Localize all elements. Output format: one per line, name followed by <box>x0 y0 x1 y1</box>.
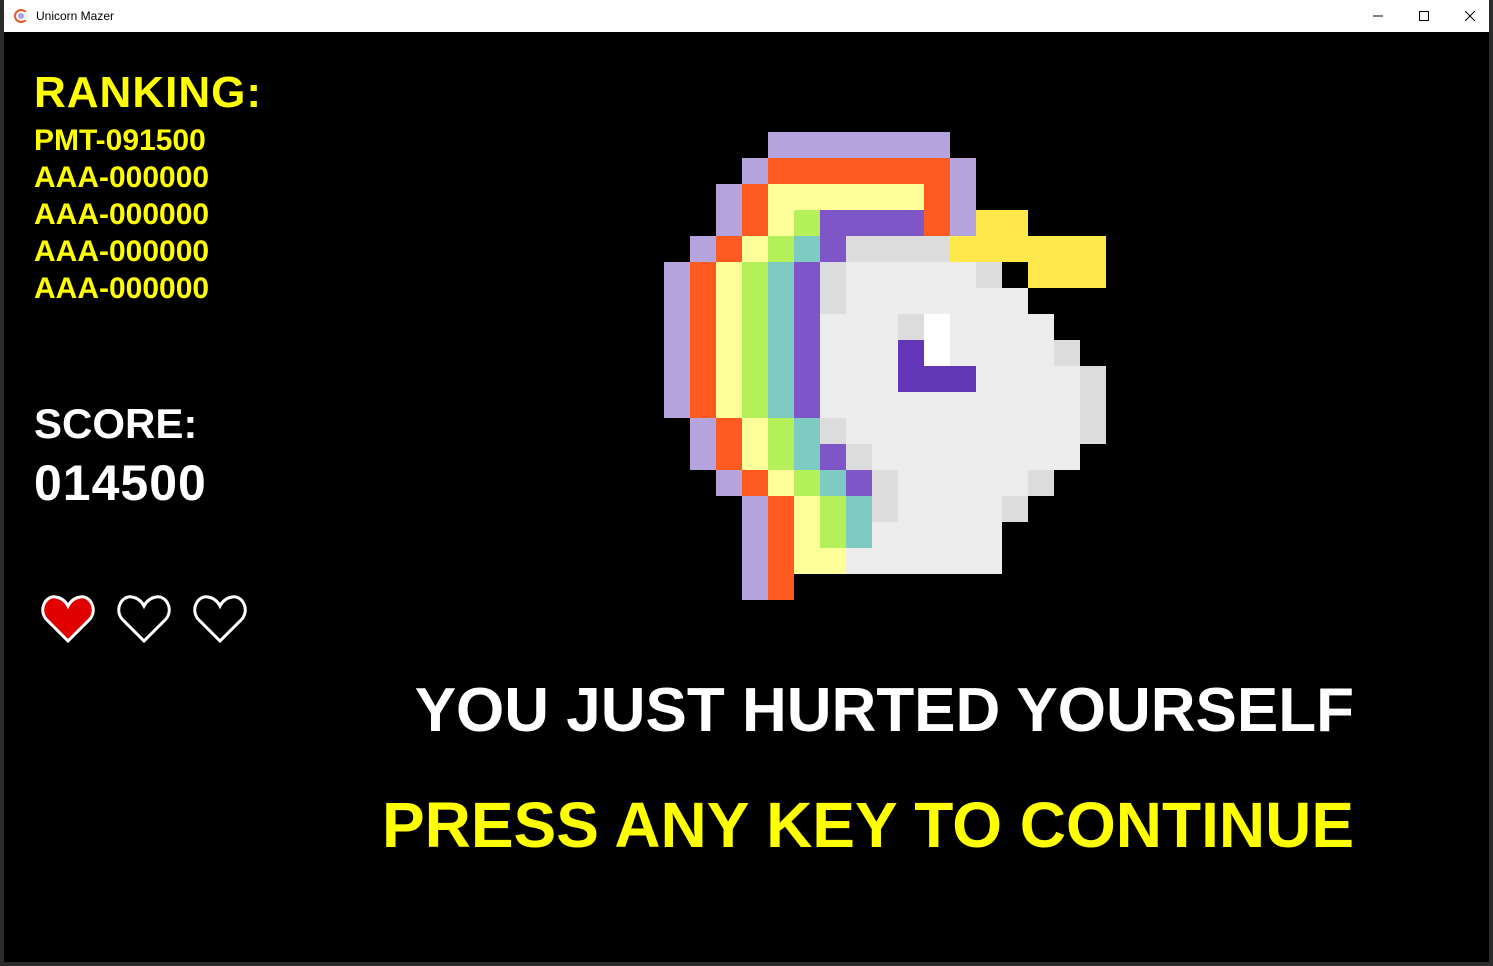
ranking-list: PMT-091500 AAA-000000 AAA-000000 AAA-000… <box>34 122 209 307</box>
heart-full-icon <box>41 595 95 644</box>
hurt-message: YOU JUST HURTED YOURSELF <box>414 676 1354 745</box>
maximize-icon <box>1419 11 1429 21</box>
ranking-entry: AAA-000000 <box>34 272 210 305</box>
ranking-entry: AAA-000000 <box>34 161 210 194</box>
close-button[interactable] <box>1447 0 1493 32</box>
ranking-title: RANKING: <box>34 68 262 117</box>
score-value: 014500 <box>34 455 207 511</box>
close-icon <box>1465 11 1475 21</box>
score-label: SCORE: <box>34 400 198 447</box>
window-title: Unicorn Mazer <box>36 9 115 23</box>
ranking-entry: AAA-000000 <box>34 235 210 268</box>
game-canvas[interactable]: RANKING: PMT-091500 AAA-000000 AAA-00000… <box>4 32 1489 962</box>
minimize-button[interactable] <box>1355 0 1401 32</box>
heart-empty-icon <box>193 595 247 644</box>
lives-indicator <box>40 593 248 645</box>
unicorn-app-icon <box>14 9 28 23</box>
heart-empty-icon <box>117 595 171 644</box>
maximize-button[interactable] <box>1401 0 1447 32</box>
continue-prompt: PRESS ANY KEY TO CONTINUE <box>381 789 1354 861</box>
ranking-entry: AAA-000000 <box>34 198 210 231</box>
pixel-unicorn-head <box>664 132 1106 600</box>
title-bar[interactable]: Unicorn Mazer <box>4 0 1489 32</box>
ranking-entry: PMT-091500 <box>34 124 206 157</box>
game-window: Unicorn Mazer RANKING: PMT-091500 AAA-00… <box>0 0 1493 966</box>
minimize-icon <box>1373 15 1383 17</box>
